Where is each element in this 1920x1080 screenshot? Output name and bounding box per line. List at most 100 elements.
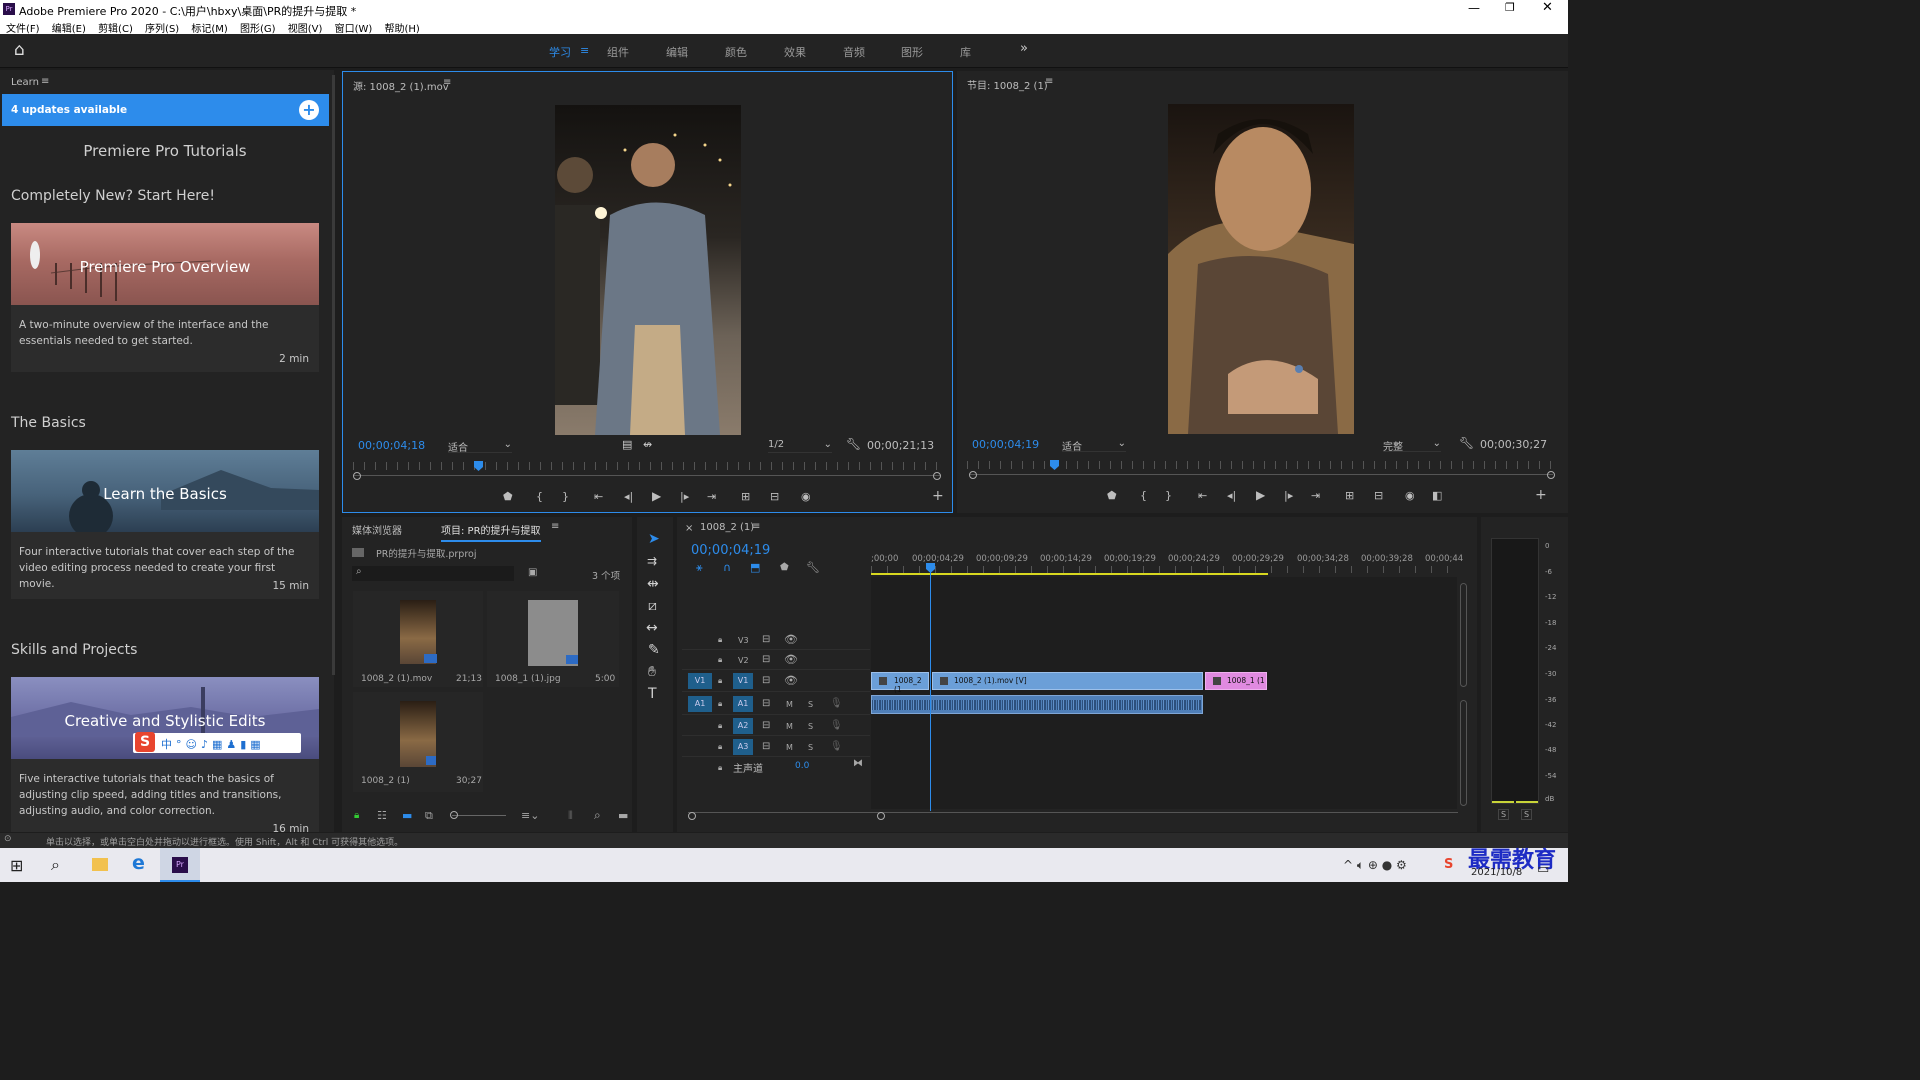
close-icon[interactable]: ✕ xyxy=(1542,0,1553,15)
tab-libraries[interactable]: 库 xyxy=(960,44,971,60)
track-select-icon[interactable]: ⇉ xyxy=(647,554,657,568)
tutorial-card-creative[interactable]: S 中°☺♪▦♟▮▦ Creative and Stylistic Edits … xyxy=(11,677,319,832)
program-quality-select[interactable]: 完整 ⌄ xyxy=(1383,438,1441,453)
program-title[interactable]: 节目: 1008_2 (1) xyxy=(967,77,1048,92)
project-item[interactable]: 1008_2 (1).mov 21;13 xyxy=(353,591,483,687)
sogou-tray-icon[interactable]: S xyxy=(1444,857,1453,872)
step-back-icon[interactable]: ◂| xyxy=(1227,489,1236,502)
hscroll-right-handle[interactable] xyxy=(877,812,885,820)
solo-button[interactable]: S xyxy=(808,722,813,731)
play-icon[interactable]: ▶ xyxy=(1256,488,1265,502)
wrench-icon[interactable]: 🔧︎ xyxy=(1459,436,1474,450)
selection-tool-icon[interactable]: ➤ xyxy=(648,531,660,547)
eye-icon[interactable]: 👁︎ xyxy=(784,674,798,687)
drag-handle-icon[interactable]: ↮ xyxy=(643,438,652,451)
add-marker-icon[interactable]: ⬟ xyxy=(780,562,789,573)
mark-out-icon[interactable]: } xyxy=(562,490,569,503)
voice-over-icon[interactable]: 🎙︎ xyxy=(830,741,843,752)
project-item[interactable]: 1008_1 (1).jpg 5:00 xyxy=(487,591,619,687)
timeline-vscroll-bottom[interactable] xyxy=(1460,700,1467,806)
master-volume[interactable]: 0.0 xyxy=(795,761,809,771)
source-title[interactable]: 源: 1008_2 (1).mov xyxy=(353,78,449,93)
learn-scrollbar[interactable] xyxy=(332,75,335,675)
razor-icon[interactable]: ⧄ xyxy=(648,598,657,614)
tab-learn[interactable]: 学习 xyxy=(549,44,571,60)
sync-lock-icon[interactable]: ⊟ xyxy=(762,654,770,665)
clip-v1-a[interactable]: 1008_2 (1 xyxy=(871,672,929,694)
play-icon[interactable]: ▶ xyxy=(652,489,661,503)
slip-icon[interactable]: ↔ xyxy=(646,620,658,636)
panel-menu-icon[interactable]: ≡ xyxy=(752,521,760,532)
slider-handle[interactable] xyxy=(450,811,458,819)
solo-button[interactable]: S xyxy=(808,700,813,709)
go-to-end-icon[interactable]: ⧓ xyxy=(853,758,863,769)
source-zoom-bar[interactable] xyxy=(353,475,941,476)
source-patch-v1[interactable]: V1 xyxy=(688,673,712,689)
add-icon[interactable]: + xyxy=(299,100,319,120)
program-zoom-bar[interactable] xyxy=(969,474,1553,475)
comparison-view-icon[interactable]: ◧ xyxy=(1432,489,1442,502)
tutorial-card-basics[interactable]: Learn the Basics Four interactive tutori… xyxy=(11,450,319,599)
step-back-icon[interactable]: ◂| xyxy=(624,490,633,503)
tutorial-card-overview[interactable]: Premiere Pro Overview A two-minute overv… xyxy=(11,223,319,372)
notification-icon[interactable]: ▭ xyxy=(1537,862,1549,877)
tab-media-browser[interactable]: 媒体浏览器 xyxy=(352,522,402,537)
updates-banner[interactable]: 4 updates available + xyxy=(2,94,329,126)
zoom-handle-left[interactable] xyxy=(969,471,977,479)
zoom-handle-right[interactable] xyxy=(933,472,941,480)
windows-start-icon[interactable]: ⊞ xyxy=(10,856,23,875)
type-tool-icon[interactable]: T xyxy=(648,686,657,702)
sync-lock-icon[interactable]: ⊟ xyxy=(762,741,770,752)
pen-icon[interactable]: ✎ xyxy=(648,642,660,658)
step-forward-icon[interactable]: |▸ xyxy=(680,490,689,503)
voice-over-icon[interactable]: 🎙︎ xyxy=(830,720,843,731)
close-tab-icon[interactable]: × xyxy=(685,523,693,534)
lock-icon[interactable]: 🔒︎ xyxy=(718,721,722,731)
button-editor-icon[interactable]: + xyxy=(1535,487,1547,503)
tab-effects[interactable]: 效果 xyxy=(784,44,806,60)
source-resolution-select[interactable]: 1/2 ⌄ xyxy=(768,439,832,453)
home-icon[interactable]: ⌂ xyxy=(14,40,25,60)
track-name[interactable]: V1 xyxy=(733,673,753,689)
solo-right-button[interactable]: S xyxy=(1521,809,1533,820)
timeline-timecode[interactable]: 00;00;04;19 xyxy=(691,543,770,558)
hand-icon[interactable]: ✋︎ xyxy=(648,664,656,680)
lock-icon[interactable]: 🔒︎ xyxy=(718,655,722,665)
camera-icon[interactable]: ◉ xyxy=(801,490,811,503)
mute-button[interactable]: M xyxy=(786,700,793,709)
lock-icon[interactable]: 🔒︎ xyxy=(718,635,722,645)
panel-menu-icon[interactable]: ≡ xyxy=(1045,76,1053,87)
sequence-tab[interactable]: 1008_2 (1) xyxy=(700,522,754,533)
tab-audio[interactable]: 音频 xyxy=(843,44,865,60)
mark-out-icon[interactable]: } xyxy=(1165,489,1172,502)
camera-icon[interactable]: ◉ xyxy=(1405,489,1415,502)
voice-over-icon[interactable]: 🎙︎ xyxy=(830,698,843,709)
clip-v1-b[interactable]: 1008_2 (1).mov [V] xyxy=(932,672,1203,690)
ie-browser-icon[interactable]: e xyxy=(132,852,145,874)
program-timecode[interactable]: 00;00;04;19 xyxy=(972,438,1039,451)
step-forward-icon[interactable]: |▸ xyxy=(1284,489,1293,502)
source-time-ruler[interactable] xyxy=(353,462,941,470)
track-name[interactable]: A1 xyxy=(733,696,753,712)
go-to-in-icon[interactable]: ⇤ xyxy=(594,490,603,503)
lock-icon[interactable]: 🔒︎ xyxy=(718,699,722,709)
solo-left-button[interactable]: S xyxy=(1498,809,1510,820)
settings-wrench-icon[interactable]: 🔧︎ xyxy=(806,561,820,574)
eye-icon[interactable]: 👁︎ xyxy=(784,653,798,666)
new-bin-icon[interactable]: ▬ xyxy=(618,809,628,822)
wrench-icon[interactable]: 🔧︎ xyxy=(846,437,861,451)
maximize-icon[interactable]: ❐ xyxy=(1505,1,1515,14)
automate-icon[interactable]: ⦀ xyxy=(568,809,573,823)
panel-menu-icon[interactable]: ≡ xyxy=(41,76,49,87)
timeline-vscroll-top[interactable] xyxy=(1460,583,1467,687)
tab-project[interactable]: 项目: PR的提升与提取 xyxy=(441,522,541,542)
thumbnail-size-slider[interactable] xyxy=(452,815,506,816)
list-view-icon[interactable]: ☷ xyxy=(377,809,387,822)
extract-icon[interactable]: ⊟ xyxy=(1374,489,1383,502)
minimize-icon[interactable]: — xyxy=(1468,1,1480,15)
find-icon[interactable]: ⌕ xyxy=(594,808,601,823)
sort-icon[interactable]: ≡⌄ xyxy=(521,809,539,822)
solo-button[interactable]: S xyxy=(808,743,813,752)
lock-icon[interactable]: 🔒︎ xyxy=(718,676,722,686)
hscroll-left-handle[interactable] xyxy=(688,812,696,820)
